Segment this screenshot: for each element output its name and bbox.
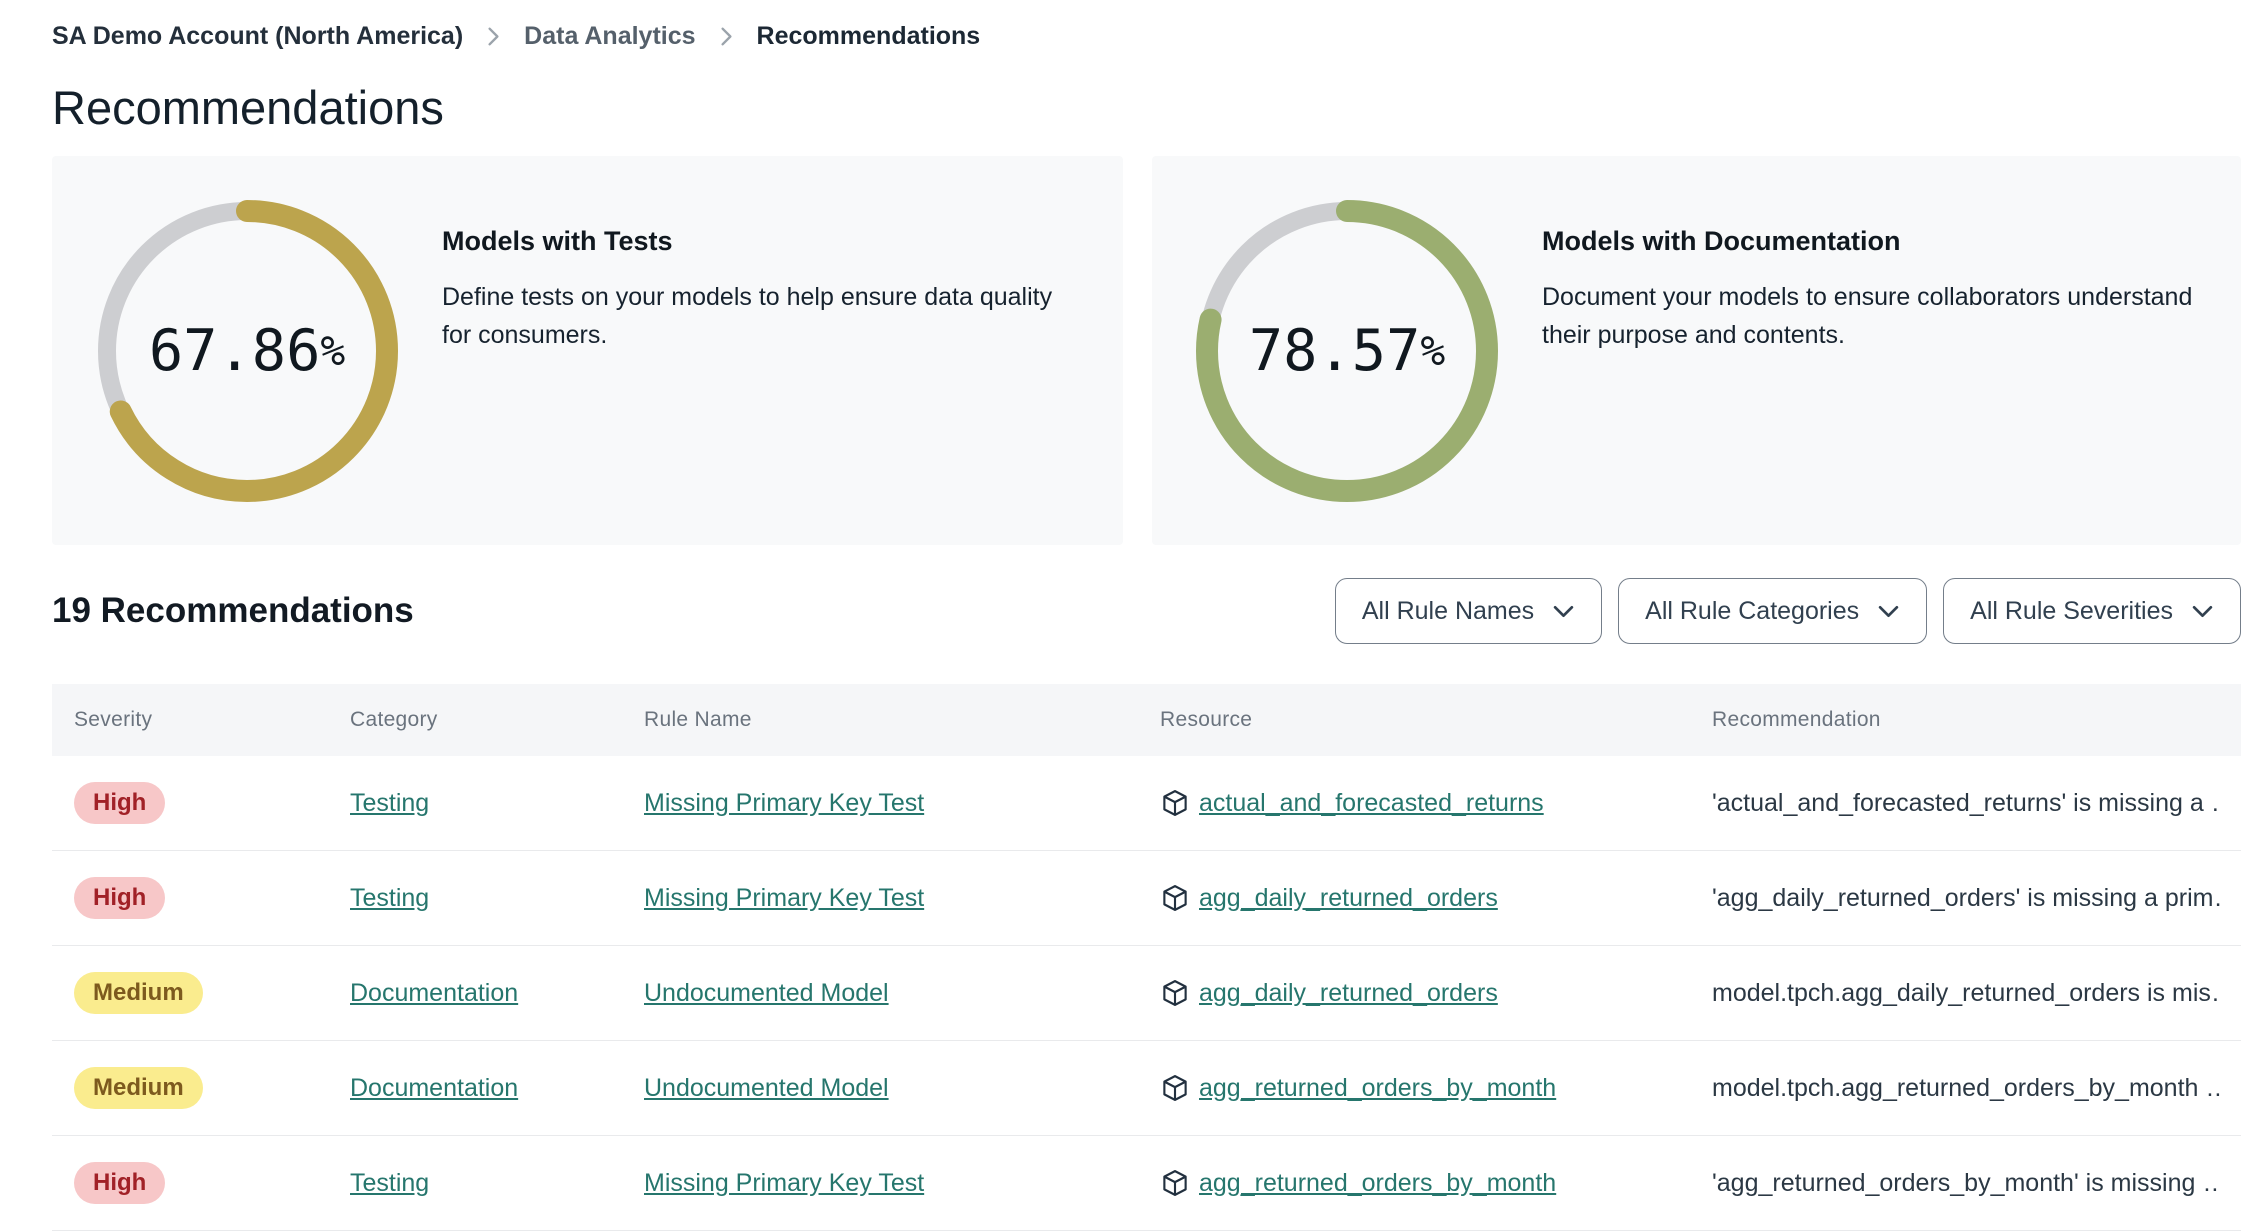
cube-icon: [1163, 1075, 1187, 1101]
rule-name-link[interactable]: Undocumented Model: [644, 1074, 889, 1102]
column-header-recommendation: Recommendation: [1712, 708, 1881, 731]
breadcrumb: SA Demo Account (North America) Data Ana…: [52, 0, 2241, 52]
resource-link[interactable]: actual_and_forecasted_returns: [1199, 789, 1544, 818]
filter-label: All Rule Categories: [1645, 596, 1860, 625]
table-row: Medium Documentation Undocumented Model …: [52, 946, 2241, 1041]
recommendation-text: model.tpch.agg_daily_returned_orders is …: [1712, 978, 2221, 1007]
resource-link[interactable]: agg_returned_orders_by_month: [1199, 1169, 1556, 1198]
card-title: Models with Tests: [442, 226, 673, 256]
table-row: High Testing Missing Primary Key Test ag…: [52, 851, 2241, 946]
table-row: Medium Documentation Undocumented Model …: [52, 1041, 2241, 1136]
severity-badge: Medium: [74, 1067, 203, 1109]
column-header-severity: Severity: [74, 708, 153, 731]
resource-link[interactable]: agg_daily_returned_orders: [1199, 884, 1498, 913]
category-link[interactable]: Testing: [350, 1169, 429, 1197]
severity-badge: Medium: [74, 972, 203, 1014]
chevron-down-icon: [1878, 605, 1899, 617]
summary-cards: 67.86% Models with Tests Define tests on…: [52, 156, 2241, 545]
category-link[interactable]: Testing: [350, 789, 429, 817]
rule-name-link[interactable]: Undocumented Model: [644, 979, 889, 1007]
recommendation-text: 'agg_daily_returned_orders' is missing a…: [1712, 883, 2221, 912]
chevron-right-icon: [487, 26, 500, 47]
recommendations-count: 19 Recommendations: [52, 591, 414, 630]
recommendation-text: 'agg_returned_orders_by_month' is missin…: [1712, 1168, 2221, 1197]
filter-label: All Rule Severities: [1970, 596, 2173, 625]
models-with-documentation-card: 78.57% Models with Documentation Documen…: [1152, 156, 2241, 545]
category-link[interactable]: Documentation: [350, 979, 518, 1007]
cube-icon: [1163, 980, 1187, 1006]
severity-badge: High: [74, 1162, 166, 1204]
breadcrumb-item-account[interactable]: SA Demo Account (North America): [52, 20, 463, 52]
list-toolbar: 19 Recommendations All Rule Names All Ru…: [52, 578, 2241, 644]
rule-severities-filter-dropdown[interactable]: All Rule Severities: [1943, 578, 2241, 644]
rule-categories-filter-dropdown[interactable]: All Rule Categories: [1618, 578, 1928, 644]
column-header-resource: Resource: [1160, 708, 1253, 731]
rule-name-link[interactable]: Missing Primary Key Test: [644, 789, 924, 817]
column-header-rule-name: Rule Name: [644, 708, 752, 731]
card-description: Define tests on your models to help ensu…: [442, 283, 1053, 349]
tests-percentage: 67.86%: [148, 318, 346, 384]
card-title: Models with Documentation: [1542, 226, 1901, 256]
chevron-down-icon: [1553, 605, 1574, 617]
category-link[interactable]: Testing: [350, 884, 429, 912]
rule-name-link[interactable]: Missing Primary Key Test: [644, 884, 924, 912]
cube-icon: [1163, 790, 1187, 816]
chevron-down-icon: [2192, 605, 2213, 617]
filter-group: All Rule Names All Rule Categories All R…: [1334, 578, 2241, 644]
severity-badge: High: [74, 877, 166, 919]
cube-icon: [1163, 885, 1187, 911]
table-header: Severity Category Rule Name Resource Rec…: [52, 684, 2241, 756]
resource-link[interactable]: agg_daily_returned_orders: [1199, 979, 1498, 1008]
severity-badge: High: [74, 782, 166, 824]
recommendations-page: SA Demo Account (North America) Data Ana…: [0, 0, 2248, 1231]
table-row: High Testing Missing Primary Key Test ac…: [52, 756, 2241, 851]
page-title: Recommendations: [52, 81, 444, 134]
rule-names-filter-dropdown[interactable]: All Rule Names: [1334, 578, 1603, 644]
recommendations-table: Severity Category Rule Name Resource Rec…: [52, 684, 2241, 1231]
chevron-right-icon: [720, 26, 733, 47]
column-header-category: Category: [350, 708, 438, 731]
breadcrumb-item-project[interactable]: Data Analytics: [524, 20, 695, 52]
documentation-percentage: 78.57%: [1248, 318, 1446, 384]
breadcrumb-item-current: Recommendations: [756, 22, 981, 50]
tests-donut-chart: 67.86%: [92, 196, 402, 506]
resource-link[interactable]: agg_returned_orders_by_month: [1199, 1074, 1556, 1103]
table-row: High Testing Missing Primary Key Test ag…: [52, 1136, 2241, 1231]
recommendation-text: 'actual_and_forecasted_returns' is missi…: [1712, 788, 2221, 817]
category-link[interactable]: Documentation: [350, 1074, 518, 1102]
cube-icon: [1163, 1170, 1187, 1196]
recommendation-text: model.tpch.agg_returned_orders_by_month …: [1712, 1073, 2221, 1102]
rule-name-link[interactable]: Missing Primary Key Test: [644, 1169, 924, 1197]
card-description: Document your models to ensure collabora…: [1542, 283, 2193, 349]
documentation-donut-chart: 78.57%: [1192, 196, 1502, 506]
filter-label: All Rule Names: [1361, 596, 1535, 625]
models-with-tests-card: 67.86% Models with Tests Define tests on…: [52, 156, 1123, 545]
